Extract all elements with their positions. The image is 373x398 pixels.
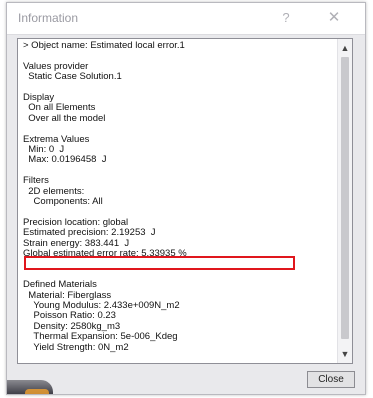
scroll-down-arrow-icon[interactable]: ▼ [338,347,352,361]
info-line: Static Case Solution.1 [23,71,122,83]
info-line: Yield Strength: 0N_m2 [23,341,129,353]
help-icon[interactable]: ? [277,10,295,26]
info-line: > Object name: Estimated local error.1 [23,40,185,51]
info-line [23,166,333,176]
info-line: Extrema Values [23,133,90,145]
close-icon[interactable]: ✕ [325,10,343,26]
vertical-scrollbar[interactable]: ▲ ▼ [337,39,352,363]
information-dialog: Information ? ✕ > Object name: Estimated… [6,2,366,395]
info-line [23,83,333,93]
info-text-panel[interactable]: > Object name: Estimated local error.1 Va… [17,38,353,364]
taskbar-decor-glow [25,389,49,394]
error-rate-highlight-box [24,256,295,270]
title-bar[interactable]: Information ? ✕ [7,3,365,35]
info-line: Max: 0.0196458 J [23,154,107,166]
info-line: Components: All [23,196,103,208]
close-button[interactable]: Close [307,371,355,388]
scroll-thumb[interactable] [341,57,349,339]
dialog-title: Information [18,11,79,25]
info-line: Over all the model [23,112,106,124]
info-text: > Object name: Estimated local error.1 Va… [23,40,333,353]
scroll-up-arrow-icon[interactable]: ▲ [338,41,352,55]
